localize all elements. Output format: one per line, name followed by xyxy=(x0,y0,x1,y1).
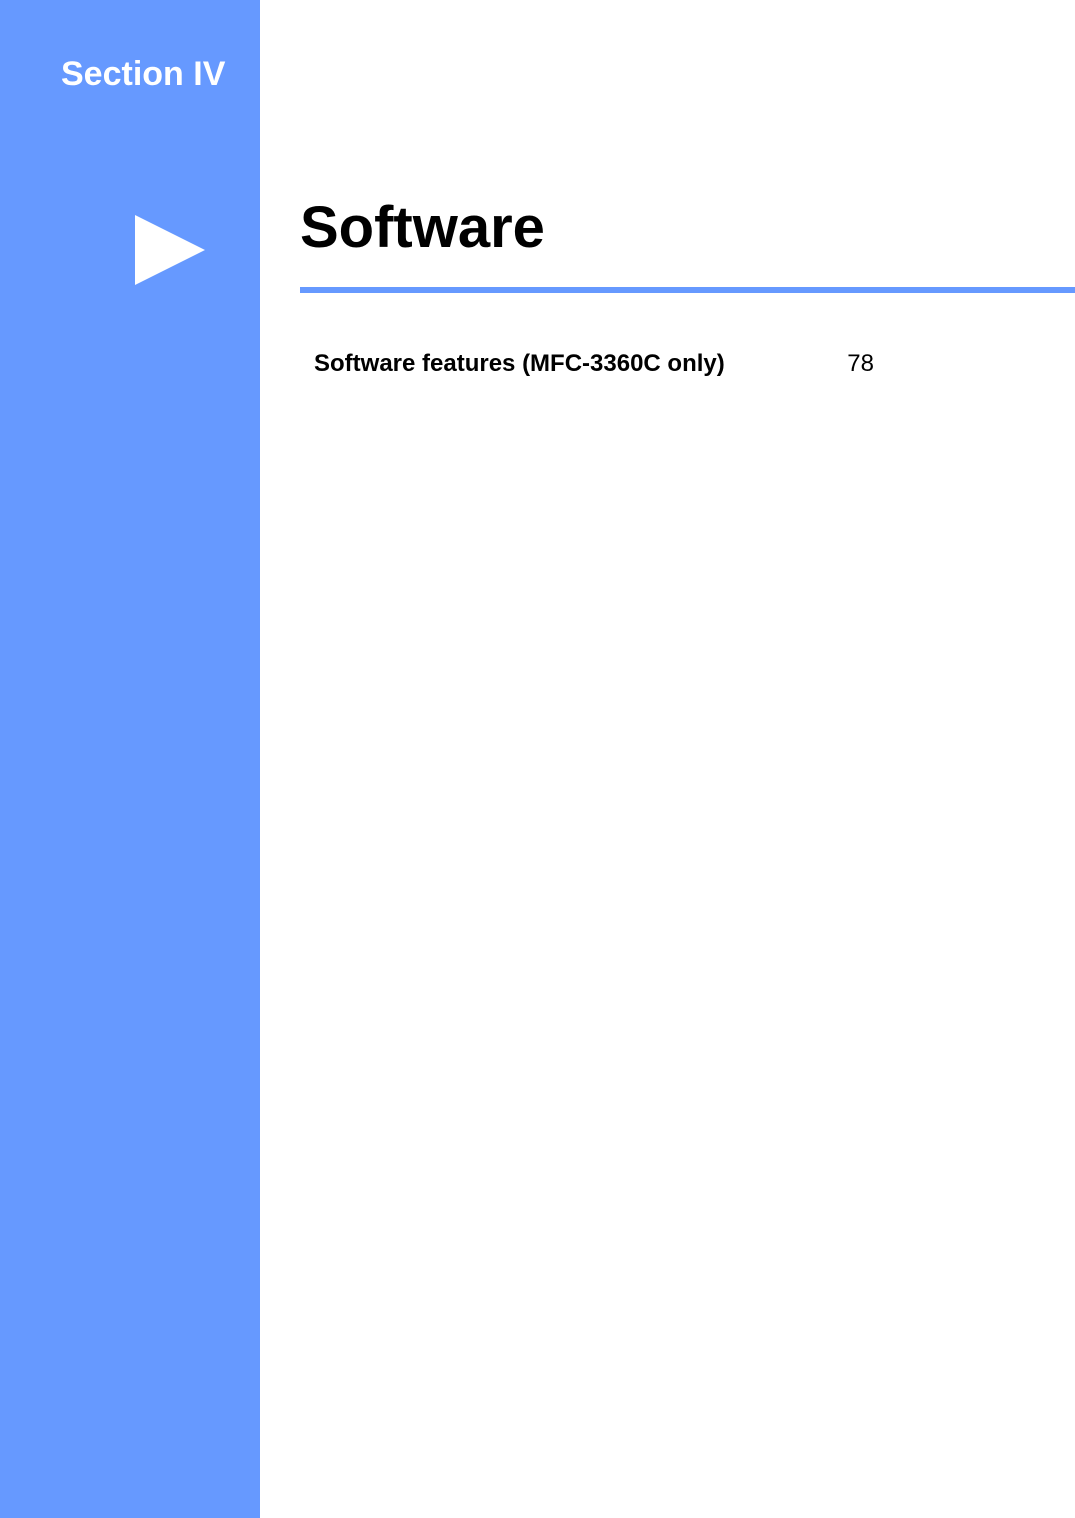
title-underline xyxy=(300,287,1075,293)
page-title: Software xyxy=(300,194,1000,267)
toc-entry: Software features (MFC-3360C only) 78 xyxy=(314,350,874,378)
title-area: Software xyxy=(300,194,1000,267)
section-label: Section IV xyxy=(61,55,225,94)
toc-entry-page: 78 xyxy=(847,350,874,378)
play-arrow-icon xyxy=(130,210,220,290)
toc-entry-title: Software features (MFC-3360C only) xyxy=(314,350,725,378)
